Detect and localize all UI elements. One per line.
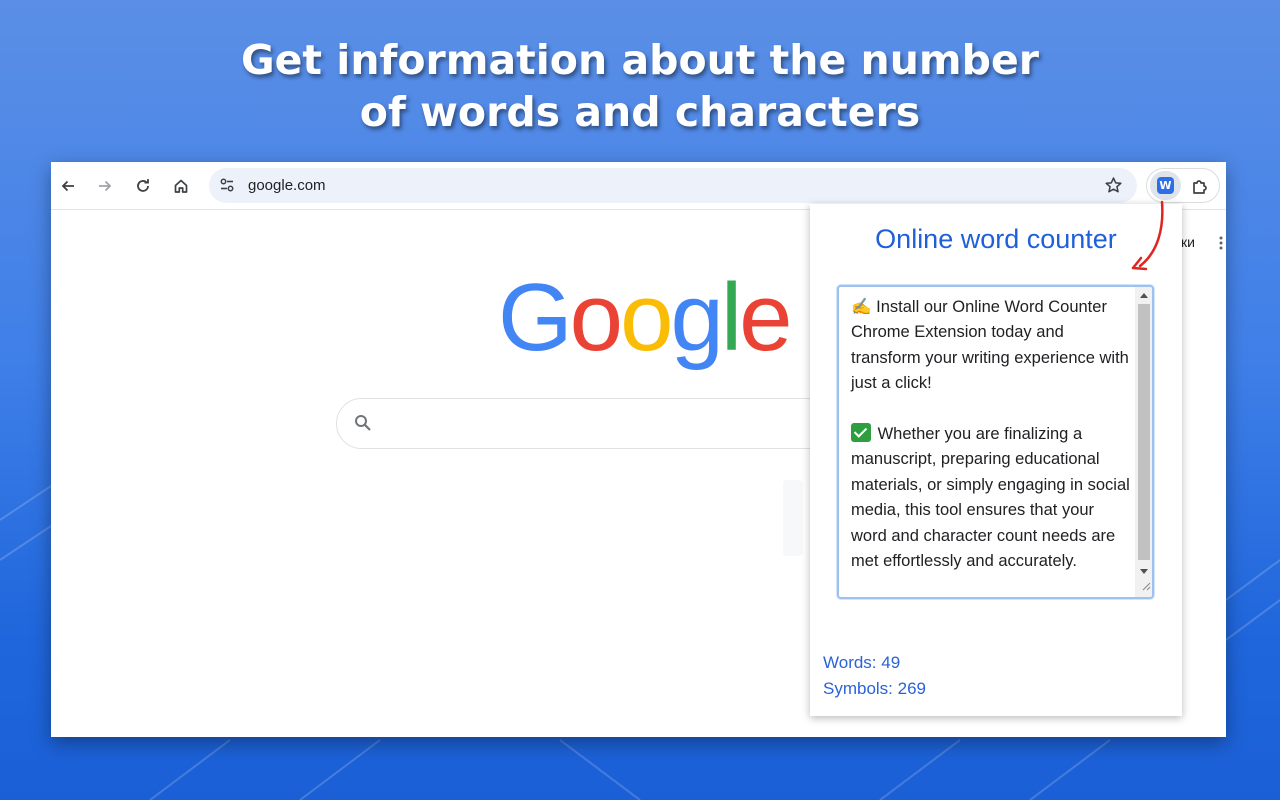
pointer-arrow-icon (1131, 200, 1164, 271)
extension-w-icon[interactable]: W (1150, 171, 1181, 200)
popup-title: Online word counter (875, 224, 1117, 254)
back-icon[interactable] (55, 173, 81, 199)
home-icon[interactable] (168, 173, 194, 199)
words-count: Words: 49 (823, 653, 901, 672)
url-text[interactable]: google.com (248, 177, 326, 194)
reload-icon[interactable] (130, 173, 156, 199)
address-bar[interactable]: google.com (209, 168, 1137, 203)
paragraph-2-wrap: Whether you are finalizing a manuscript,… (851, 422, 1133, 574)
scroll-up-icon[interactable] (1135, 287, 1152, 303)
logo-letter: l (720, 264, 742, 371)
paragraph-1: ✍️ Install our Online Word Counter Chrom… (851, 298, 1129, 393)
extension-popup: Online word counter ✍️ Install our Onlin… (810, 204, 1182, 716)
forward-icon[interactable] (92, 173, 118, 199)
logo-letter: g (670, 264, 723, 371)
extensions-puzzle-icon[interactable] (1190, 177, 1210, 202)
search-icon (354, 414, 372, 437)
logo-letter: o (569, 264, 623, 371)
paragraph-2: Whether you are finalizing a manuscript,… (851, 425, 1130, 571)
browser-toolbar: google.com W (51, 162, 1226, 210)
extension-badge: W (1157, 177, 1174, 194)
counter-stats: Words: 49 Symbols: 269 (823, 650, 926, 701)
resize-handle-icon[interactable] (1141, 578, 1151, 596)
browser-window: google.com W Google ки Online word count… (51, 162, 1226, 737)
text-input-area[interactable]: ✍️ Install our Online Word Counter Chrom… (837, 285, 1154, 599)
logo-letter: e (739, 264, 792, 371)
text-content[interactable]: ✍️ Install our Online Word Counter Chrom… (851, 295, 1133, 574)
headline-line-2: of words and characters (359, 88, 921, 136)
check-mark-icon (851, 423, 871, 443)
more-icon[interactable] (1219, 236, 1223, 255)
site-settings-icon[interactable] (219, 177, 235, 198)
scrollbar-thumb[interactable] (1138, 304, 1150, 560)
google-logo: Google (498, 258, 793, 378)
text-area-scrollbar[interactable] (1135, 287, 1152, 597)
headline: Get information about the number of word… (0, 34, 1280, 138)
faint-button-edge (783, 480, 803, 556)
symbols-count: Symbols: 269 (823, 678, 926, 698)
header-link-partial[interactable]: ки (1181, 234, 1195, 250)
bookmark-star-icon[interactable] (1104, 176, 1123, 200)
scroll-down-icon[interactable] (1135, 563, 1152, 579)
logo-letter: G (498, 264, 573, 371)
logo-letter: o (620, 264, 673, 371)
headline-line-1: Get information about the number (240, 36, 1040, 84)
